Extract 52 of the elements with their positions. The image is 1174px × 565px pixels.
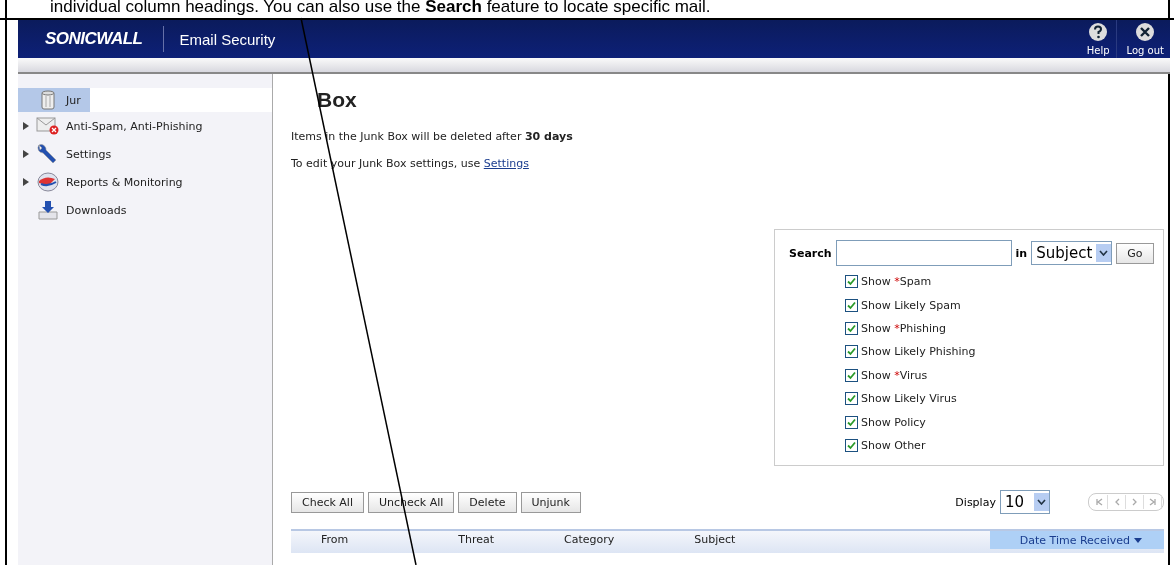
- in-label: in: [1015, 246, 1028, 260]
- column-header[interactable]: From: [321, 533, 349, 547]
- scope-dropdown[interactable]: Subject: [1031, 241, 1113, 265]
- checkbox[interactable]: [845, 321, 858, 335]
- action-button[interactable]: Check All: [291, 491, 364, 513]
- sidebar-item[interactable]: Downloads: [18, 196, 272, 224]
- search-label: Search: [789, 246, 832, 260]
- filter-label: Show Likely Phishing: [861, 345, 976, 359]
- filter-label: Show Other: [861, 438, 926, 452]
- trash-can-icon: [40, 90, 56, 110]
- envelope-blocked-icon: [36, 117, 60, 135]
- settings-link[interactable]: Settings: [483, 157, 529, 170]
- filter-label: Show *Phishing: [861, 321, 947, 335]
- column-header[interactable]: Date Time Received: [989, 531, 1164, 550]
- action-button[interactable]: Delete: [458, 491, 517, 513]
- help-button[interactable]: Help: [1076, 20, 1116, 58]
- sidebar-item[interactable]: Anti-Spam, Anti-Phishing: [18, 112, 272, 140]
- sidebar-item[interactable]: Reports & Monitoring: [18, 168, 272, 196]
- checkbox[interactable]: [845, 415, 858, 429]
- column-header[interactable]: Category: [564, 533, 615, 547]
- sidebar-item[interactable]: Settings: [18, 140, 272, 168]
- go-button[interactable]: Go: [1116, 242, 1154, 264]
- checkbox[interactable]: [845, 368, 858, 382]
- help-icon: [1088, 22, 1109, 42]
- download-tray-icon: [37, 200, 59, 220]
- column-header[interactable]: Subject: [694, 533, 736, 547]
- globe-icon: [37, 172, 59, 192]
- filter-label: Show Policy: [861, 415, 926, 429]
- close-icon: [1135, 22, 1156, 42]
- sort-caret-icon: [1134, 537, 1142, 543]
- action-button[interactable]: Unjunk: [520, 491, 581, 513]
- checkbox[interactable]: [845, 438, 858, 452]
- checkbox[interactable]: [845, 298, 858, 312]
- filter-label: Show Likely Virus: [861, 392, 957, 406]
- display-dropdown[interactable]: 10: [999, 490, 1050, 515]
- checkbox[interactable]: [845, 275, 858, 289]
- filter-label: Show *Spam: [861, 275, 932, 289]
- sidebar-item[interactable]: Jur: [18, 88, 272, 112]
- expand-arrow-icon[interactable]: [22, 149, 30, 159]
- page-title: Box: [317, 88, 358, 112]
- product-title: Email Security: [179, 30, 276, 48]
- column-header[interactable]: Threat: [458, 533, 495, 547]
- expand-arrow-icon[interactable]: [22, 177, 30, 187]
- display-label: Display: [955, 495, 996, 509]
- checkbox[interactable]: [845, 392, 858, 406]
- expand-arrow-icon[interactable]: [22, 121, 30, 131]
- search-field[interactable]: [835, 240, 1012, 266]
- caption-text: individual column headings. You can also use the Search feature to locate specific mail.: [50, 0, 711, 16]
- filter-label: Show Likely Spam: [861, 298, 961, 312]
- logo: SONICWALL: [45, 29, 143, 49]
- checkbox[interactable]: [845, 345, 858, 359]
- filter-label: Show *Virus: [861, 368, 928, 382]
